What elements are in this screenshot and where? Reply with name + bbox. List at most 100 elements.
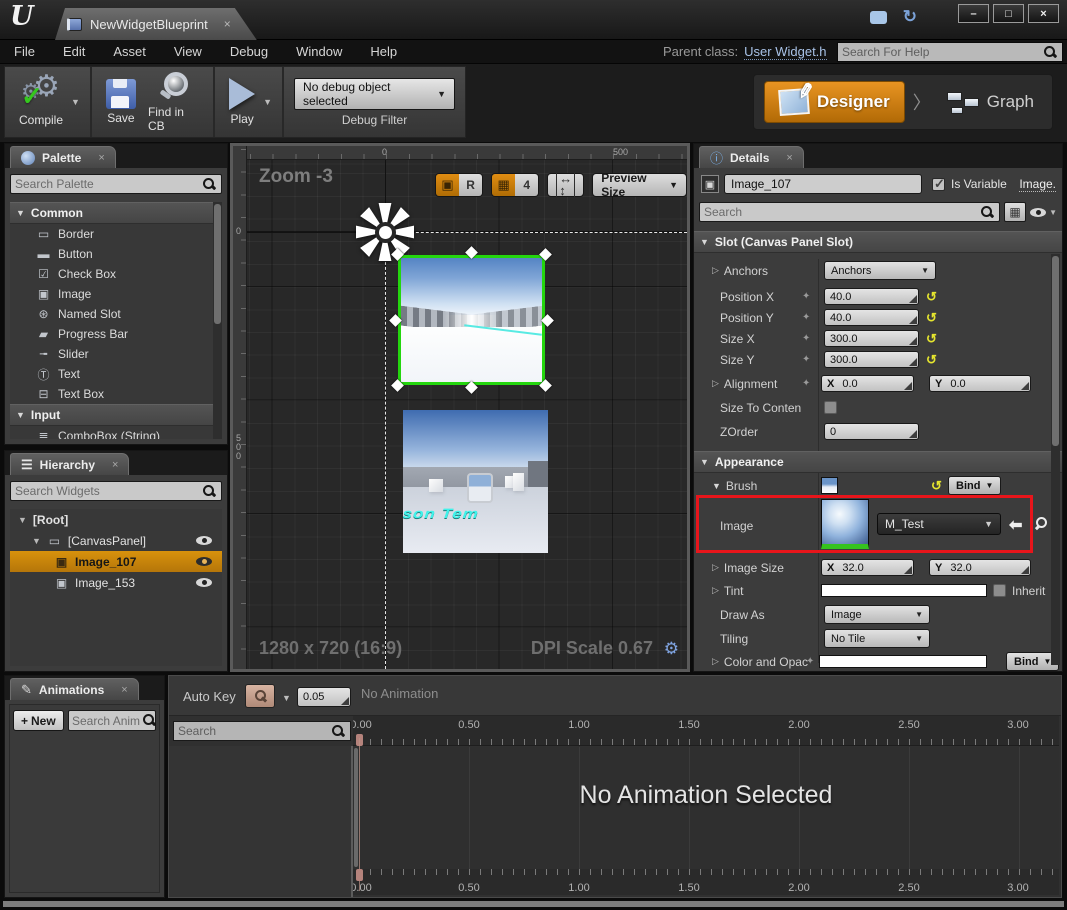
auto-key-button[interactable] bbox=[245, 684, 275, 708]
debug-object-dropdown[interactable]: No debug object selected ▼ bbox=[294, 77, 455, 110]
animations-tab-close-icon[interactable]: × bbox=[121, 684, 127, 696]
playhead-marker-bottom[interactable] bbox=[356, 869, 363, 881]
maximize-button[interactable]: □ bbox=[993, 4, 1024, 23]
visibility-eye-icon[interactable] bbox=[196, 557, 212, 566]
zoom-to-fit-button[interactable]: ↔ ↕ bbox=[547, 172, 585, 197]
menu-asset[interactable]: Asset bbox=[99, 44, 160, 59]
minimize-button[interactable]: – bbox=[958, 4, 989, 23]
hierarchy-tab[interactable]: ☰ Hierarchy × bbox=[10, 453, 130, 475]
resize-handle[interactable] bbox=[541, 314, 554, 327]
position-y-field[interactable]: 40.0 bbox=[824, 309, 919, 326]
play-button[interactable]: Play bbox=[223, 78, 261, 126]
palette-section-common[interactable]: ▼ Common bbox=[10, 202, 222, 224]
visibility-eye-icon[interactable] bbox=[196, 578, 212, 587]
menu-file[interactable]: File bbox=[0, 44, 49, 59]
asset-tab-close-icon[interactable]: × bbox=[224, 17, 231, 31]
appearance-section-header[interactable]: ▼ Appearance bbox=[694, 451, 1062, 473]
use-selected-asset-arrow-icon[interactable]: ⬅ bbox=[1009, 515, 1022, 535]
selected-image-widget[interactable] bbox=[389, 246, 554, 394]
reset-to-default-icon[interactable]: ↺ bbox=[926, 310, 937, 326]
tree-item-root[interactable]: ▼ [Root] bbox=[10, 509, 222, 530]
snap-interval-field[interactable]: 0.05 bbox=[297, 687, 351, 707]
palette-item-image[interactable]: ▣ Image bbox=[10, 284, 222, 304]
palette-item-text-box[interactable]: ⊟ Text Box bbox=[10, 384, 222, 404]
brush-thumbnail[interactable] bbox=[821, 477, 838, 494]
widget-outline-toggle[interactable]: ▣ bbox=[436, 174, 460, 196]
resize-handle[interactable] bbox=[465, 381, 478, 394]
menu-edit[interactable]: Edit bbox=[49, 44, 99, 59]
animations-search-input[interactable] bbox=[72, 713, 142, 728]
close-button[interactable]: × bbox=[1028, 4, 1059, 23]
reset-to-default-icon[interactable]: ↺ bbox=[926, 331, 937, 347]
save-button[interactable]: Save bbox=[100, 79, 142, 125]
hierarchy-search-input[interactable] bbox=[15, 484, 202, 498]
tint-color-bar[interactable] bbox=[821, 584, 987, 597]
alignment-x-field[interactable]: X 0.0 bbox=[821, 375, 914, 392]
designer-mode-button[interactable]: Designer bbox=[764, 81, 905, 123]
compile-options-caret-icon[interactable]: ▼ bbox=[71, 97, 80, 107]
position-x-field[interactable]: 40.0 bbox=[824, 288, 919, 305]
find-in-content-browser-button[interactable]: Find in CB bbox=[142, 71, 205, 133]
chevron-down-icon[interactable]: ▼ bbox=[282, 693, 291, 703]
bind-pin-icon[interactable]: ✦ bbox=[802, 333, 810, 344]
palette-item-named-slot[interactable]: ⊛ Named Slot bbox=[10, 304, 222, 324]
menu-view[interactable]: View bbox=[160, 44, 216, 59]
palette-tab-close-icon[interactable]: × bbox=[98, 152, 104, 164]
palette-scrollbar[interactable] bbox=[213, 202, 222, 439]
color-opacity-bar[interactable] bbox=[819, 655, 987, 668]
anchors-label[interactable]: ▷ Anchors bbox=[694, 264, 768, 278]
image-size-y-field[interactable]: Y 32.0 bbox=[929, 559, 1031, 576]
bind-pin-icon[interactable]: ✦ bbox=[802, 291, 810, 302]
resize-handle[interactable] bbox=[389, 314, 402, 327]
inherit-checkbox[interactable] bbox=[993, 584, 1006, 597]
reset-to-default-icon[interactable]: ↺ bbox=[926, 352, 937, 368]
help-search-box[interactable] bbox=[837, 42, 1063, 62]
size-y-field[interactable]: 300.0 bbox=[824, 351, 919, 368]
size-x-field[interactable]: 300.0 bbox=[824, 330, 919, 347]
resize-handle[interactable] bbox=[465, 246, 478, 259]
bind-pin-icon[interactable]: ✦ bbox=[802, 354, 810, 365]
grid-snap-size-dropdown[interactable]: 4 bbox=[515, 174, 539, 196]
palette-item-button[interactable]: ▬ Button bbox=[10, 244, 222, 264]
timeline-ruler-top[interactable]: 0.00 0.50 1.00 1.50 2.00 2.50 3.00 bbox=[353, 716, 1059, 746]
timeline-track-area[interactable]: No Animation Selected bbox=[353, 747, 1059, 869]
palette-section-input[interactable]: ▼ Input bbox=[10, 404, 222, 426]
browse-to-asset-icon[interactable] bbox=[1034, 516, 1049, 531]
timeline-search-input[interactable] bbox=[178, 724, 331, 738]
details-search-box[interactable] bbox=[699, 202, 1001, 222]
tint-label[interactable]: ▷ Tint bbox=[694, 584, 743, 598]
parent-class-link[interactable]: User Widget.h bbox=[744, 44, 827, 60]
menu-help[interactable]: Help bbox=[356, 44, 411, 59]
image-size-x-field[interactable]: X 32.0 bbox=[821, 559, 914, 576]
palette-item-slider[interactable]: ╼ Slider bbox=[10, 344, 222, 364]
palette-item-border[interactable]: ▭ Border bbox=[10, 224, 222, 244]
material-sphere-thumbnail[interactable] bbox=[821, 499, 869, 549]
graph-mode-button[interactable]: Graph bbox=[939, 90, 1042, 114]
palette-search-box[interactable] bbox=[10, 174, 222, 194]
bind-pin-icon[interactable]: ✦ bbox=[806, 656, 814, 667]
details-tab-close-icon[interactable]: × bbox=[786, 152, 792, 164]
palette-item-checkbox[interactable]: ☑ Check Box bbox=[10, 264, 222, 284]
animations-tab[interactable]: ✎ Animations × bbox=[10, 678, 139, 700]
menu-debug[interactable]: Debug bbox=[216, 44, 282, 59]
animations-search-box[interactable] bbox=[68, 710, 156, 731]
image-153-widget[interactable]: rson Tem bbox=[403, 410, 548, 553]
bind-pin-icon[interactable]: ✦ bbox=[802, 378, 810, 389]
tiling-dropdown[interactable]: No Tile ▼ bbox=[824, 629, 930, 648]
view-options-button[interactable]: ▼ bbox=[1030, 207, 1057, 217]
hierarchy-search-box[interactable] bbox=[10, 481, 222, 501]
palette-item-text[interactable]: Ⓣ Text bbox=[10, 364, 222, 384]
timeline-ruler-bottom[interactable]: 0.00 0.50 1.00 1.50 2.00 2.50 3.00 bbox=[353, 869, 1059, 895]
reset-to-default-icon[interactable]: ↺ bbox=[931, 478, 942, 494]
visibility-eye-icon[interactable] bbox=[196, 536, 212, 545]
asset-tab[interactable]: NewWidgetBlueprint × bbox=[55, 8, 257, 40]
expander-icon[interactable]: ▼ bbox=[32, 536, 41, 546]
canvas-grid[interactable]: Zoom -3 ▣ R ▦ 4 ↔ ↕ Preview Size ▼ rson … bbox=[247, 160, 687, 669]
brush-label[interactable]: ▼ Brush bbox=[694, 479, 757, 493]
palette-search-input[interactable] bbox=[15, 177, 202, 191]
draw-as-dropdown[interactable]: Image ▼ bbox=[824, 605, 930, 624]
details-search-input[interactable] bbox=[704, 205, 981, 219]
timeline-scrollbar[interactable] bbox=[354, 748, 358, 867]
brush-bind-button[interactable]: Bind ▼ bbox=[948, 476, 1002, 495]
dpi-settings-gear-icon[interactable]: ⚙ bbox=[664, 639, 679, 659]
